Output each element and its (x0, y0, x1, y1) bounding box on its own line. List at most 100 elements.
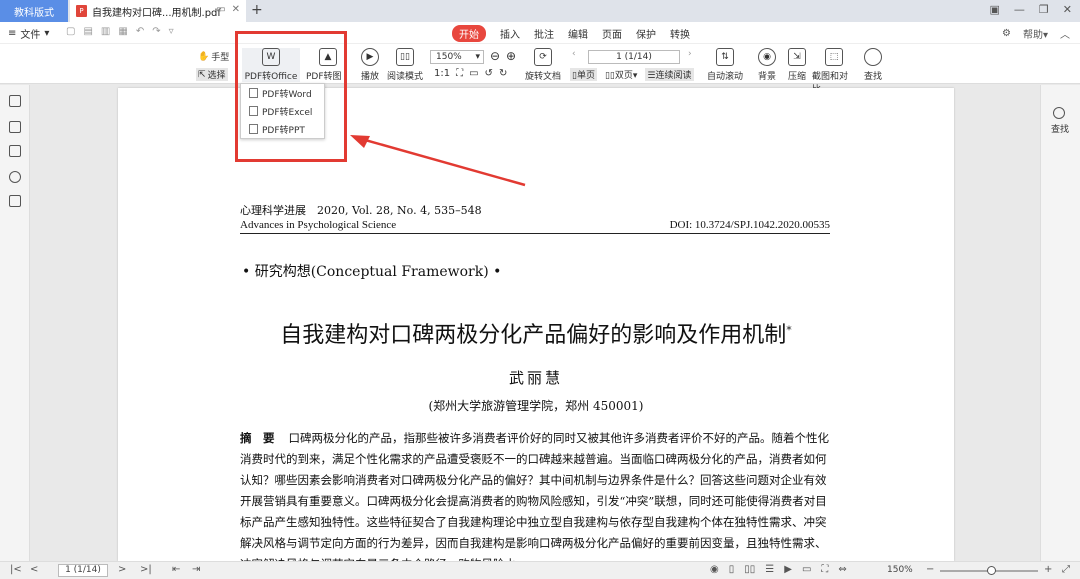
compress-button[interactable]: ⇲ 压缩 (786, 48, 808, 82)
menu-tab-edit[interactable]: 编辑 (568, 25, 588, 42)
collapse-ribbon-icon[interactable]: ︿ (1060, 26, 1070, 41)
single-page-icon[interactable]: ▯ (729, 564, 735, 575)
fit-page-icon[interactable]: ⛶ (456, 68, 463, 79)
redo-icon[interactable]: ↷ (152, 26, 160, 37)
abstract: 摘 要口碑两极分化的产品，指那些被许多消费者评价好的同时又被其他许多消费者评价不… (240, 428, 830, 561)
print-icon[interactable]: ▥ (101, 26, 110, 37)
rotate-doc-icon: ⟳ (534, 48, 552, 66)
tab-brand[interactable]: 教科版式 (0, 0, 68, 22)
prev-page-icon[interactable]: ‹ (572, 49, 576, 59)
attachment-icon[interactable] (9, 171, 21, 183)
ribbon-toolbar: ✋手型 ⇱选择 W PDF转Office ▲ PDF转图片 ▶ 播放 ▯▯ 阅读… (0, 44, 1080, 95)
single-page-button[interactable]: ▯单页 (570, 68, 597, 81)
eye-mode-icon[interactable]: ◉ (710, 564, 719, 575)
layout-icon[interactable]: ▣ (990, 3, 1000, 16)
file-menu[interactable]: ≡ 文件 ▾ (8, 26, 49, 41)
hamburger-icon: ≡ (8, 28, 17, 39)
journal-cn: 心理科学进展 2020, Vol. 28, No. 4, 535–548 (240, 204, 482, 217)
comment-icon[interactable] (9, 145, 21, 157)
actual-size-icon[interactable]: 1:1 (434, 68, 450, 79)
read-mode-button[interactable]: ▯▯ 阅读模式 (386, 48, 424, 82)
zoom-out-status-icon[interactable]: − (926, 564, 934, 575)
right-panel: 查找 (1040, 85, 1080, 561)
fit-status-icon[interactable]: ⛶ (821, 564, 828, 575)
more-icon[interactable]: ▿ (169, 26, 174, 37)
fullscreen-icon[interactable]: ⤢ (1062, 564, 1070, 575)
status-zoom[interactable]: 150% (887, 565, 913, 575)
signature-icon[interactable] (9, 195, 21, 207)
save-icon[interactable]: ▤ (83, 26, 92, 37)
close-window-icon[interactable]: ✕ (1063, 3, 1072, 16)
tab-document[interactable]: P 自我建构对口碑...用机制.pdf ▭ ✕ (70, 0, 246, 22)
paper-title: 自我建构对口碑两极分化产品偏好的影响及作用机制* (280, 323, 792, 348)
new-tab-icon[interactable]: + (251, 2, 263, 18)
restore-icon[interactable]: ❐ (1039, 3, 1049, 16)
auto-scroll-icon: ⇅ (716, 48, 734, 66)
undo-icon[interactable]: ↶ (136, 26, 144, 37)
hand-tool[interactable]: ✋ 手型 (198, 50, 229, 64)
menu-tab-page[interactable]: 页面 (602, 25, 622, 42)
pdf-icon: P (76, 5, 87, 17)
window-pop-icon[interactable]: ▭ (216, 4, 225, 15)
menu-tab-convert[interactable]: 转换 (670, 25, 690, 42)
header-rule (240, 233, 830, 234)
eye-icon: ◉ (758, 48, 776, 66)
abstract-label: 摘 要 (240, 431, 275, 445)
page-number-input[interactable]: 1 (1/14) (588, 50, 680, 64)
select-tool[interactable]: ⇱ 选择 (196, 68, 228, 81)
bookmark-icon[interactable] (9, 95, 21, 107)
author: 武丽慧 (508, 369, 563, 387)
rotate-right-icon[interactable]: ↻ (499, 68, 507, 79)
menu-tab-insert[interactable]: 插入 (500, 25, 520, 42)
zoom-select[interactable]: 150% ▾ (430, 50, 484, 64)
prev-page-status-icon[interactable]: < (30, 564, 38, 575)
two-page-icon[interactable]: ▯▯ (744, 564, 755, 575)
annotation-arrow (350, 135, 526, 187)
close-tab-icon[interactable]: ✕ (232, 4, 240, 15)
menu-tab-comment[interactable]: 批注 (534, 25, 554, 42)
rotate-left-icon[interactable]: ↺ (485, 68, 493, 79)
play-button[interactable]: ▶ 播放 (358, 48, 382, 82)
rotate-document-button[interactable]: ⟳ 旋转文档 (524, 48, 562, 82)
search-icon[interactable] (1053, 107, 1065, 119)
thumbnail-icon[interactable] (9, 121, 21, 133)
search-icon (864, 48, 882, 66)
help-menu[interactable]: 帮助▾ (1023, 26, 1048, 41)
status-page-input[interactable]: 1 (1/14) (58, 564, 108, 577)
section-tag: • 研究构想(Conceptual Framework) • (242, 264, 502, 280)
menu-tab-protect[interactable]: 保护 (636, 25, 656, 42)
next-page-status-icon[interactable]: > (118, 564, 126, 575)
fit-width-icon[interactable]: ▭ (469, 68, 478, 79)
open-folder-icon[interactable]: ▢ (66, 26, 75, 37)
screenshot-icon: ⬚ (825, 48, 843, 66)
hand-icon: ✋ (198, 51, 210, 62)
first-page-icon[interactable]: |< (10, 564, 22, 575)
chevron-down-icon: ▾ (475, 52, 480, 62)
right-search-label[interactable]: 查找 (1051, 122, 1069, 135)
find-button[interactable]: 查找 (862, 48, 884, 82)
forward-icon[interactable]: ⇥ (192, 564, 200, 575)
continuous-icon[interactable]: ☰ (765, 564, 774, 575)
minimize-icon[interactable]: — (1014, 3, 1025, 16)
actual-size-status-icon[interactable]: ▭ (802, 564, 811, 575)
zoom-out-icon[interactable]: ⊖ (490, 49, 500, 63)
cursor-icon: ⇱ (198, 69, 206, 80)
last-page-icon[interactable]: >| (140, 564, 152, 575)
zoom-slider-knob[interactable] (987, 566, 996, 575)
auto-scroll-button[interactable]: ⇅ 自动滚动 (704, 48, 746, 82)
zoom-in-status-icon[interactable]: + (1044, 564, 1052, 575)
menu-tab-start[interactable]: 开始 (452, 25, 486, 42)
fit-width-status-icon[interactable]: ⇔ (838, 564, 846, 575)
play-status-icon[interactable]: ▶ (784, 564, 792, 575)
affiliation: (郑州大学旅游管理学院，郑州 450001) (428, 399, 644, 413)
background-button[interactable]: ◉ 背景 (754, 48, 780, 82)
tab-bar: 教科版式 P 自我建构对口碑...用机制.pdf ▭ ✕ + ▣ — ❐ ✕ (0, 0, 1080, 22)
continuous-read-button[interactable]: ☰连续阅读 (645, 68, 694, 81)
back-icon[interactable]: ⇤ (172, 564, 180, 575)
next-page-icon[interactable]: › (688, 49, 692, 59)
gear-icon[interactable]: ⚙ (1002, 28, 1011, 39)
export-icon[interactable]: ▦ (118, 26, 127, 37)
zoom-in-icon[interactable]: ⊕ (506, 49, 516, 63)
double-page-button[interactable]: ▯▯双页▾ (605, 68, 637, 81)
chevron-down-icon: ▾ (44, 28, 50, 39)
